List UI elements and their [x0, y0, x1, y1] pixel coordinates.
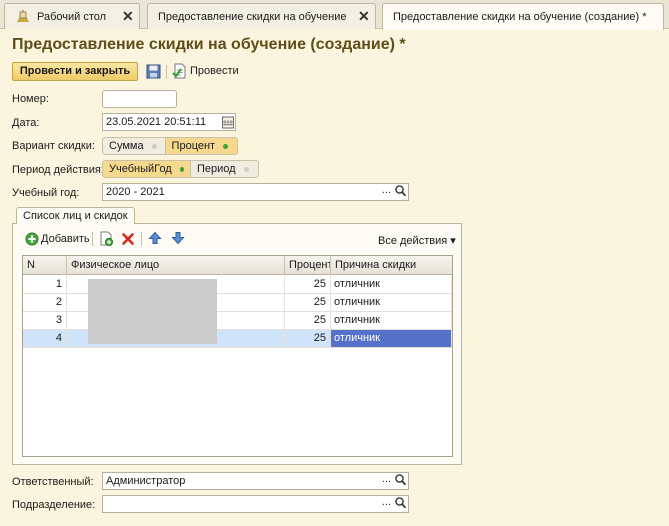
- percent-cell[interactable]: 25: [285, 330, 331, 347]
- tab-bar: Рабочий стол ✕ Предоставление скидки на …: [0, 0, 669, 30]
- row-number: 1: [23, 276, 67, 293]
- responsible-select-button[interactable]: ...: [380, 473, 393, 489]
- number-field[interactable]: [102, 90, 177, 108]
- tab-label: Предоставление скидки на обучение (созда…: [393, 11, 647, 23]
- department-label: Подразделение:: [12, 499, 96, 511]
- period-label: Период действия:: [12, 164, 104, 176]
- delete-icon[interactable]: [121, 232, 135, 249]
- reason-cell[interactable]: отличник: [331, 276, 452, 293]
- tab-discount-create[interactable]: Предоставление скидки на обучение (созда…: [382, 3, 664, 30]
- calendar-icon[interactable]: [221, 114, 235, 133]
- tab-desktop[interactable]: Рабочий стол ✕: [4, 3, 140, 29]
- column-header-n[interactable]: N: [23, 256, 67, 275]
- tab-label: Рабочий стол: [37, 11, 107, 23]
- column-header-reason[interactable]: Причина скидки: [331, 256, 452, 275]
- all-actions-menu[interactable]: Все действия ▾: [378, 234, 456, 247]
- search-icon[interactable]: [394, 473, 409, 489]
- close-icon[interactable]: ✕: [358, 9, 370, 23]
- date-label: Дата:: [12, 117, 40, 129]
- move-up-icon[interactable]: [148, 231, 162, 248]
- discount-variant-label: Вариант скидки:: [12, 140, 95, 152]
- department-select-button[interactable]: ...: [380, 496, 393, 512]
- discount-variant-switch: Сумма Процент: [102, 137, 238, 155]
- responsible-field[interactable]: Администратор: [102, 472, 409, 490]
- column-header-percent[interactable]: Процент: [285, 256, 331, 275]
- add-icon[interactable]: [25, 232, 39, 249]
- option-label: Процент: [171, 140, 216, 152]
- tab-persons-discounts[interactable]: Список лиц и скидок: [16, 207, 135, 224]
- reason-cell[interactable]: отличник: [331, 312, 452, 329]
- discount-variant-sum[interactable]: Сумма: [103, 138, 166, 154]
- tab-label: Предоставление скидки на обучение: [158, 11, 347, 23]
- page-title: Предоставление скидки на обучение (созда…: [12, 36, 406, 53]
- indicator-dot: [151, 143, 157, 149]
- table-header: N Физическое лицо Процент Причина скидки: [23, 256, 452, 275]
- search-icon[interactable]: [394, 184, 409, 200]
- toolbar-divider: [141, 232, 142, 246]
- discount-variant-percent[interactable]: Процент: [165, 138, 237, 154]
- school-year-label: Учебный год:: [12, 187, 80, 199]
- row-number: 3: [23, 312, 67, 329]
- period-switch: УчебныйГод Период: [102, 160, 259, 178]
- redacted-names: [88, 279, 217, 344]
- option-label: Сумма: [109, 140, 144, 152]
- toolbar-divider: [166, 65, 167, 79]
- date-field[interactable]: 23.05.2021 20:51:11: [102, 113, 236, 131]
- close-icon[interactable]: ✕: [122, 9, 134, 23]
- column-header-person[interactable]: Физическое лицо: [67, 256, 285, 275]
- add-button[interactable]: Добавить: [41, 233, 90, 245]
- move-down-icon[interactable]: [171, 231, 185, 248]
- date-value: 23.05.2021 20:51:11: [106, 116, 207, 128]
- row-number: 2: [23, 294, 67, 311]
- percent-cell[interactable]: 25: [285, 312, 331, 329]
- post-button[interactable]: Провести: [190, 65, 239, 77]
- school-year-value: 2020 - 2021: [106, 186, 165, 198]
- school-year-select-button[interactable]: ...: [380, 184, 393, 200]
- save-icon[interactable]: [146, 64, 162, 80]
- search-icon[interactable]: [394, 496, 409, 512]
- tab-discount-list[interactable]: Предоставление скидки на обучение ✕: [147, 3, 376, 29]
- indicator-dot: [223, 143, 229, 149]
- period-custom[interactable]: Период: [191, 161, 258, 177]
- indicator-dot: [243, 166, 249, 172]
- reason-cell[interactable]: отличник: [331, 294, 452, 311]
- responsible-label: Ответственный:: [12, 476, 94, 488]
- school-year-field[interactable]: 2020 - 2021: [102, 183, 409, 201]
- reason-cell[interactable]: отличник: [331, 330, 452, 347]
- desktop-icon: [15, 9, 31, 29]
- period-school-year[interactable]: УчебныйГод: [103, 161, 191, 177]
- persons-table: N Физическое лицо Процент Причина скидки…: [22, 255, 453, 457]
- number-label: Номер:: [12, 93, 49, 105]
- option-label: Период: [197, 163, 236, 175]
- row-number: 4: [23, 330, 67, 347]
- department-field[interactable]: [102, 495, 409, 513]
- percent-cell[interactable]: 25: [285, 276, 331, 293]
- toolbar-divider: [92, 232, 93, 246]
- post-document-icon[interactable]: [172, 63, 188, 79]
- responsible-value: Администратор: [106, 475, 186, 487]
- copy-icon[interactable]: [99, 231, 114, 250]
- post-and-close-button[interactable]: Провести и закрыть: [12, 62, 138, 81]
- percent-cell[interactable]: 25: [285, 294, 331, 311]
- option-label: УчебныйГод: [109, 163, 172, 175]
- indicator-dot: [179, 166, 184, 172]
